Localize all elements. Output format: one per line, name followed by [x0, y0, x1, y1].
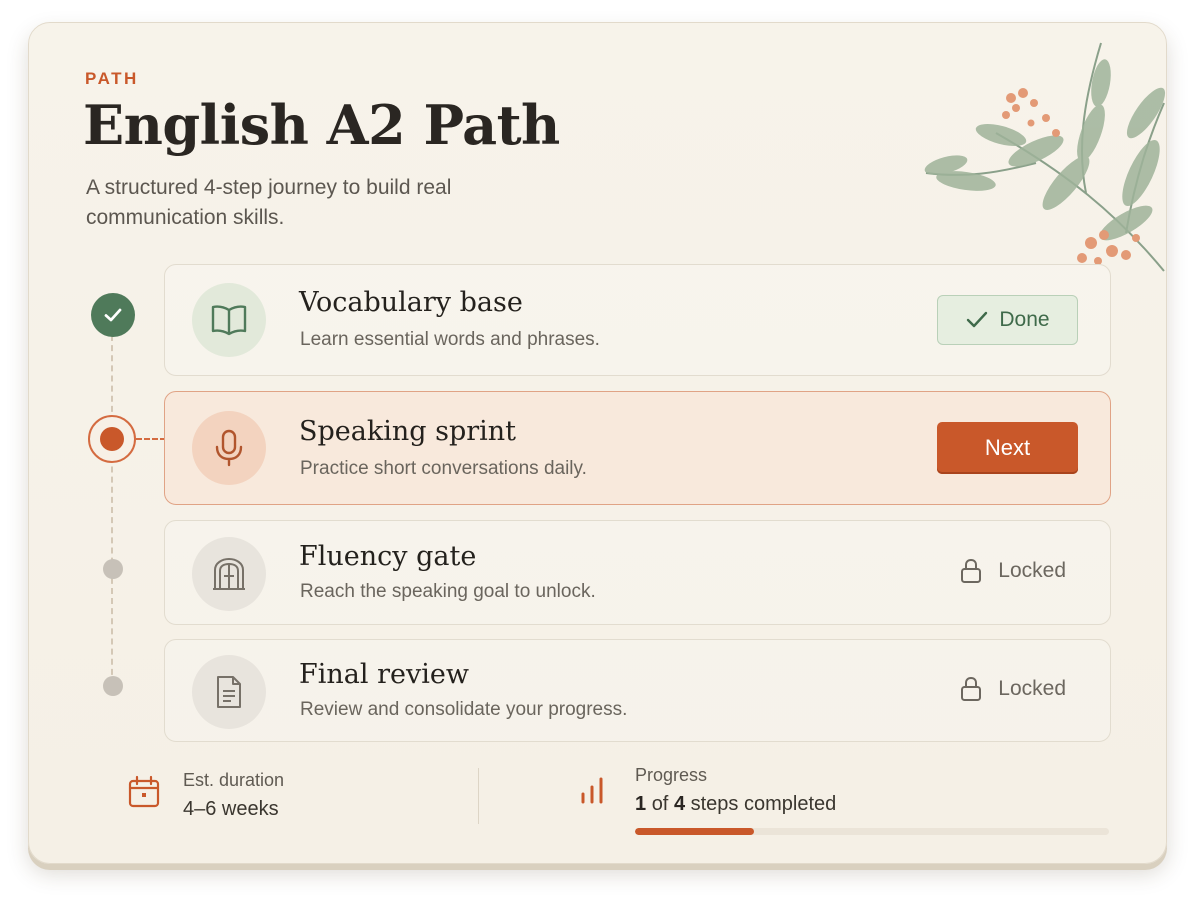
- locked-label: Locked: [998, 677, 1066, 700]
- locked-status: Locked: [960, 558, 1066, 584]
- duration-value: 4–6 weeks: [183, 798, 279, 820]
- timeline-node-locked: [103, 676, 123, 696]
- step-title: Speaking sprint: [299, 416, 517, 447]
- timeline-node-locked: [103, 559, 123, 579]
- step-title: Fluency gate: [299, 541, 477, 572]
- path-card: PATH English A2 Path A structured 4-step…: [28, 22, 1167, 864]
- progress-bar-fill: [635, 828, 754, 835]
- done-label: Done: [999, 308, 1050, 331]
- step-card-final-review[interactable]: Final review Review and consolidate your…: [164, 639, 1111, 742]
- step-description: Practice short conversations daily.: [300, 458, 587, 479]
- progress-label: Progress: [635, 765, 708, 785]
- progress-total-count: 4: [673, 793, 686, 815]
- progress-of: of: [651, 793, 669, 815]
- page-title: English A2 Path: [83, 93, 560, 157]
- check-icon: [967, 311, 988, 328]
- eyebrow-label: PATH: [85, 69, 139, 88]
- progress-bar: [635, 828, 1109, 835]
- step-card-fluency[interactable]: Fluency gate Reach the speaking goal to …: [164, 520, 1111, 625]
- lock-icon: [961, 676, 982, 701]
- step-card-speaking[interactable]: Speaking sprint Practice short conversat…: [164, 391, 1111, 505]
- progress-completed-count: 1: [635, 793, 647, 815]
- step-title: Vocabulary base: [299, 287, 523, 318]
- timeline-node-done: [91, 293, 135, 337]
- calendar-icon: [128, 775, 160, 808]
- timeline-rail: [111, 335, 113, 685]
- botanical-illustration: [924, 42, 1166, 272]
- lock-icon: [961, 558, 982, 583]
- duration-label: Est. duration: [183, 770, 285, 790]
- step-card-vocabulary[interactable]: Vocabulary base Learn essential words an…: [164, 264, 1111, 376]
- locked-label: Locked: [998, 559, 1066, 582]
- page-subtitle: A structured 4-step journey to build rea…: [86, 176, 452, 229]
- microphone-icon: [192, 411, 266, 485]
- locked-status: Locked: [960, 676, 1066, 702]
- book-icon: [192, 283, 266, 357]
- timeline-node-current: [88, 415, 136, 463]
- check-icon: [104, 308, 122, 322]
- done-badge[interactable]: Done: [937, 295, 1078, 345]
- next-button[interactable]: Next: [937, 422, 1078, 474]
- footer-divider: [478, 768, 479, 824]
- bar-chart-icon: [581, 777, 603, 804]
- step-title: Final review: [299, 659, 469, 690]
- step-description: Learn essential words and phrases.: [300, 329, 600, 350]
- progress-suffix: steps completed: [690, 793, 837, 815]
- timeline-node-connector: [136, 438, 166, 440]
- step-description: Review and consolidate your progress.: [300, 699, 628, 720]
- progress-summary: 1 of 4 steps completed: [635, 793, 836, 816]
- step-description: Reach the speaking goal to unlock.: [300, 581, 596, 602]
- document-icon: [192, 655, 266, 729]
- gate-icon: [192, 537, 266, 611]
